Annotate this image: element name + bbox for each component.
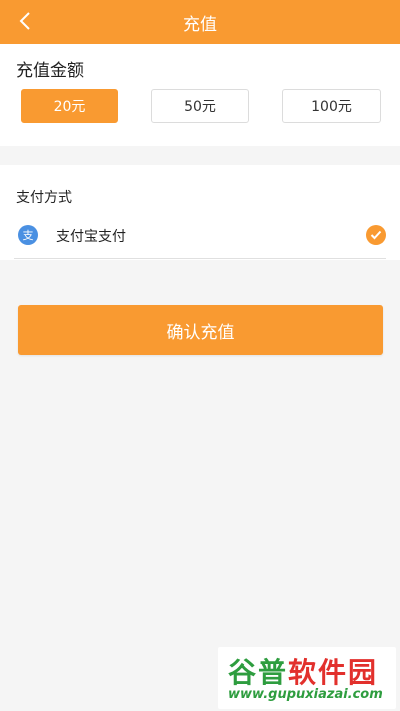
alipay-label: 支付宝支付 xyxy=(56,229,126,245)
alipay-icon: 支 xyxy=(18,225,38,245)
watermark-url: www.gupuxiazai.com xyxy=(228,687,383,702)
alipay-option[interactable]: 支 支付宝支付 xyxy=(0,215,400,259)
divider xyxy=(14,258,386,259)
chevron-left-icon xyxy=(19,12,30,30)
check-icon[interactable] xyxy=(366,225,386,245)
amount-title: 充值金额 xyxy=(16,61,84,81)
watermark-brand-part2: 软件园 xyxy=(288,656,379,689)
watermark-brand: 谷普软件园 xyxy=(228,651,378,691)
amount-option-50[interactable]: 50元 xyxy=(151,89,249,123)
navbar: 充值 xyxy=(0,0,400,44)
payment-section: 支付方式 支 支付宝支付 xyxy=(0,165,400,260)
amount-option-20[interactable]: 20元 xyxy=(21,89,118,123)
amount-option-100[interactable]: 100元 xyxy=(282,89,381,123)
payment-title: 支付方式 xyxy=(16,190,72,206)
confirm-recharge-button[interactable]: 确认充值 xyxy=(18,305,383,355)
watermark-brand-part1: 谷普 xyxy=(228,656,289,689)
back-button[interactable] xyxy=(10,6,40,36)
watermark-logo: 谷普软件园 www.gupuxiazai.com xyxy=(218,647,396,709)
page-title: 充值 xyxy=(183,14,217,35)
amount-section: 充值金额 20元 50元 100元 xyxy=(0,44,400,146)
